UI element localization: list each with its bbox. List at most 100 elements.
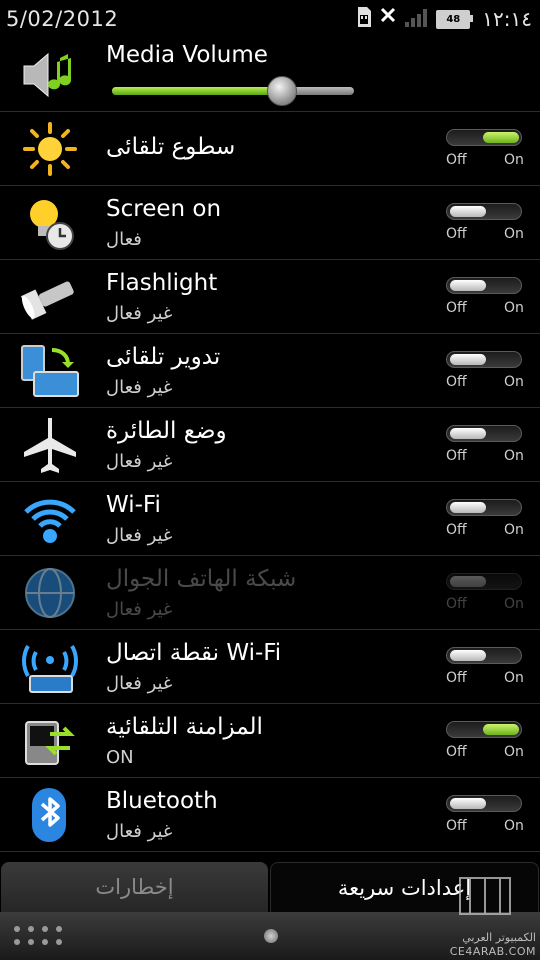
setting-title: Screen on [106, 196, 222, 222]
sync-icon [20, 712, 80, 770]
toggle-switch [446, 573, 522, 590]
toggle-on-label: On [504, 448, 524, 464]
hotspot-icon [20, 638, 80, 696]
toggle-off-label: Off [446, 374, 467, 390]
toggle-switch[interactable] [446, 499, 522, 516]
dot [42, 939, 48, 945]
toggle-switch[interactable] [446, 351, 522, 368]
toggle-knob [483, 724, 519, 735]
quick-settings-list: Media Volume سطوع تلقائى Off On Screen o… [0, 38, 540, 852]
setting-title: شبكة الهاتف الجوال [106, 566, 297, 592]
no-sim-icon [378, 6, 398, 32]
toggle-off-label: Off [446, 670, 467, 686]
toggle-on-label: On [504, 226, 524, 242]
media-volume-row: Media Volume [0, 38, 540, 112]
toggle-on-label: On [504, 152, 524, 168]
toggle-off-label: Off [446, 226, 467, 242]
dot [28, 939, 34, 945]
status-time: ١٢:١٤ [482, 7, 532, 31]
toggle-on-label: On [504, 522, 524, 538]
setting-title: وضع الطائرة [106, 418, 227, 444]
media-volume-slider[interactable] [112, 76, 354, 106]
rotate-icon [20, 342, 80, 400]
setting-row-wifi-hotspot[interactable]: نقطة اتصال Wi-Fi غير فعال Off On [0, 630, 540, 704]
setting-subtitle: غير فعال [106, 821, 173, 842]
toggle-off-label: Off [446, 744, 467, 760]
toggle-knob [450, 798, 486, 809]
tab-notifications[interactable]: إخطارات [1, 862, 268, 912]
toggle-knob [450, 576, 486, 587]
toggle-switch[interactable] [446, 647, 522, 664]
setting-subtitle: غير فعال [106, 377, 173, 398]
setting-subtitle: غير فعال [106, 673, 173, 694]
setting-title: Flashlight [106, 270, 218, 296]
toggle-switch[interactable] [446, 129, 522, 146]
toggle-off-label: Off [446, 152, 467, 168]
speaker-music-icon [20, 46, 80, 104]
setting-title: المزامنة التلقائية [106, 714, 263, 740]
watermark-logo-icon [459, 877, 511, 915]
bluetooth-icon [20, 786, 80, 844]
toggle-off-label: Off [446, 300, 467, 316]
toggle-off-label: Off [446, 818, 467, 834]
toggle-on-label: On [504, 818, 524, 834]
slider-thumb[interactable] [267, 76, 298, 106]
dot [14, 939, 20, 945]
setting-row-mobile-network: شبكة الهاتف الجوال غير فعال Off On [0, 556, 540, 630]
watermark-site: CE4ARAB.COM [449, 945, 536, 958]
toggle-on-label: On [504, 596, 524, 612]
watermark-arabic: الكمبيوتر العربي [462, 931, 536, 944]
toggle-knob [450, 280, 486, 291]
setting-subtitle: غير فعال [106, 451, 173, 472]
setting-row-auto-brightness[interactable]: سطوع تلقائى Off On [0, 112, 540, 186]
flashlight-icon [20, 268, 80, 326]
setting-subtitle: غير فعال [106, 599, 173, 620]
battery-icon: 48 [436, 9, 474, 29]
toggle-switch[interactable] [446, 425, 522, 442]
wifi-icon [20, 490, 80, 548]
toggle-switch[interactable] [446, 203, 522, 220]
slider-fill [112, 87, 282, 95]
setting-row-screen-on[interactable]: Screen on فعال Off On [0, 186, 540, 260]
setting-subtitle: غير فعال [106, 303, 173, 324]
toggle-knob [450, 354, 486, 365]
toggle-switch[interactable] [446, 277, 522, 294]
dot [56, 926, 62, 932]
toggle-switch[interactable] [446, 721, 522, 738]
setting-subtitle: ON [106, 747, 134, 768]
toggle-knob [483, 132, 519, 143]
dot [14, 926, 20, 932]
toggle-knob [450, 428, 486, 439]
toggle-on-label: On [504, 670, 524, 686]
setting-subtitle: فعال [106, 229, 142, 250]
toggle-switch[interactable] [446, 795, 522, 812]
toggle-on-label: On [504, 374, 524, 390]
grid-dots-icon [14, 926, 74, 956]
setting-title: Bluetooth [106, 788, 218, 814]
setting-subtitle: غير فعال [106, 525, 173, 546]
toggle-off-label: Off [446, 448, 467, 464]
setting-row-flashlight[interactable]: Flashlight غير فعال Off On [0, 260, 540, 334]
dot [42, 926, 48, 932]
setting-row-bluetooth[interactable]: Bluetooth غير فعال Off On [0, 778, 540, 852]
globe-icon [20, 564, 80, 622]
toggle-off-label: Off [446, 522, 467, 538]
toggle-knob [450, 502, 486, 513]
toggle-on-label: On [504, 744, 524, 760]
dot [56, 939, 62, 945]
setting-title: نقطة اتصال Wi-Fi [106, 640, 282, 666]
sd-card-icon [356, 6, 372, 32]
setting-row-auto-sync[interactable]: المزامنة التلقائية ON Off On [0, 704, 540, 778]
handle-dot [264, 929, 278, 943]
sun-icon [20, 120, 80, 178]
media-volume-title: Media Volume [106, 42, 268, 68]
setting-row-airplane-mode[interactable]: وضع الطائرة غير فعال Off On [0, 408, 540, 482]
status-date: 5/02/2012 [6, 7, 119, 31]
dot [28, 926, 34, 932]
toggle-on-label: On [504, 300, 524, 316]
bulb-clock-icon [20, 194, 80, 252]
setting-row-auto-rotate[interactable]: تدوير تلقائى غير فعال Off On [0, 334, 540, 408]
airplane-icon [20, 416, 80, 474]
setting-row-wifi[interactable]: Wi-Fi غير فعال Off On [0, 482, 540, 556]
signal-icon [404, 6, 430, 32]
